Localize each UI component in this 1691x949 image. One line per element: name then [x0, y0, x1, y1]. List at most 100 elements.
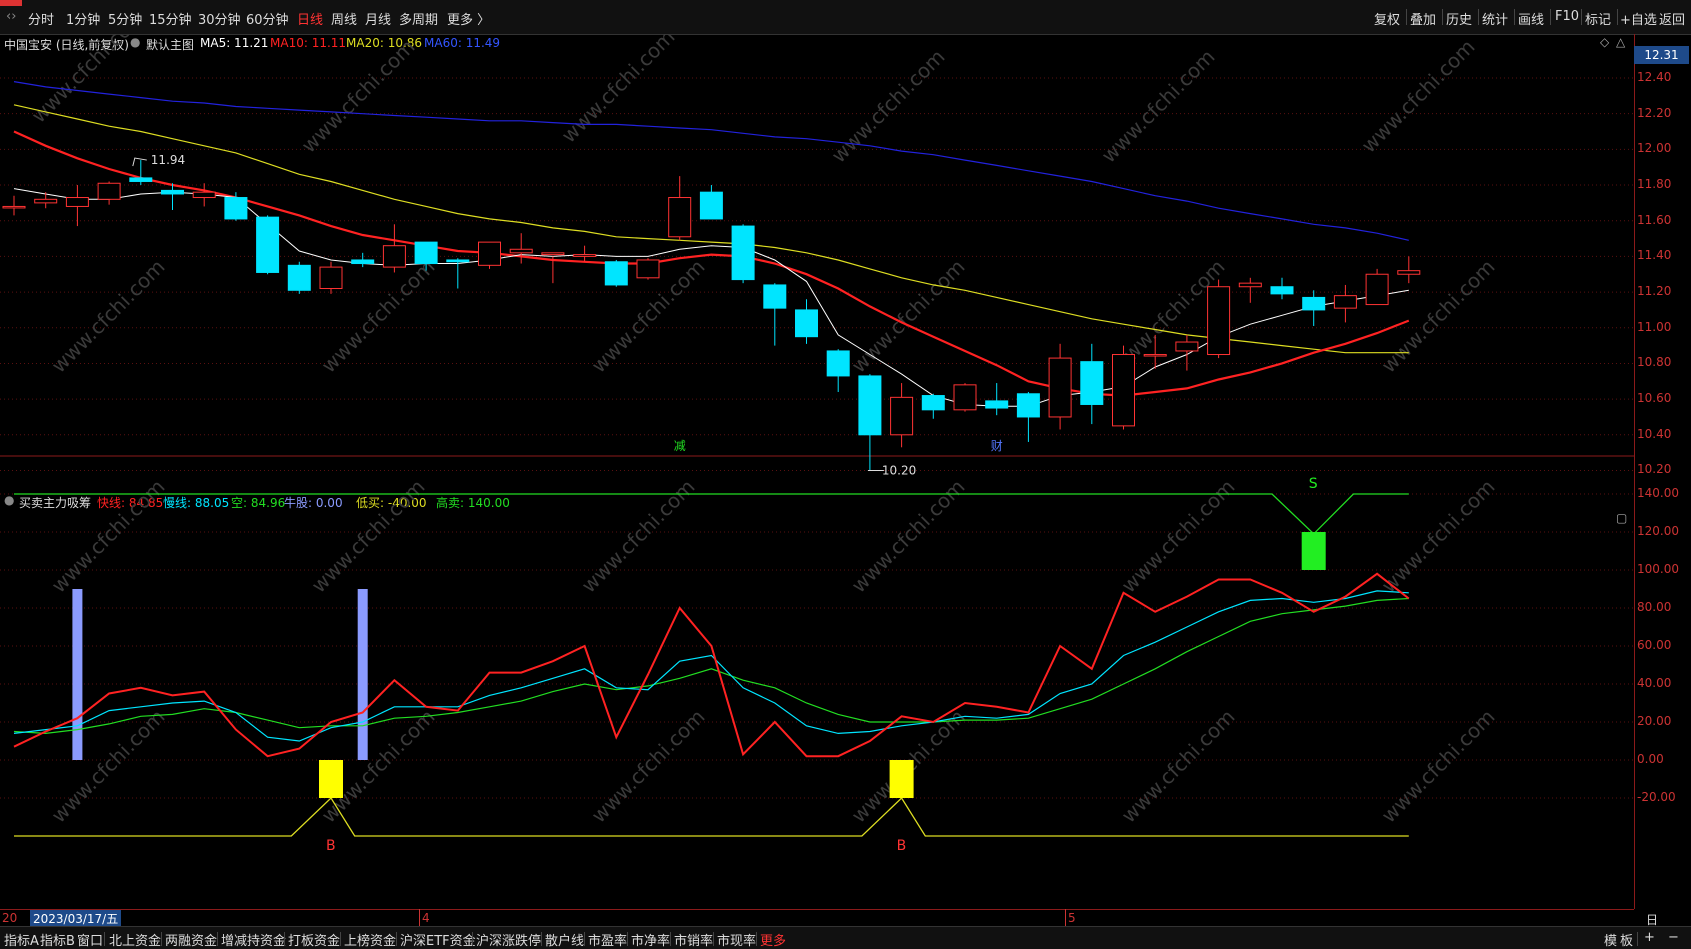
- indicator-tick-label: -20.00: [1637, 790, 1676, 804]
- period-tab-15min[interactable]: 15分钟: [149, 9, 192, 28]
- draw-line-button[interactable]: 画线: [1518, 9, 1544, 28]
- candle-down: [256, 216, 280, 273]
- template-button[interactable]: 模: [1604, 930, 1617, 949]
- price-tick-label: 11.00: [1637, 319, 1672, 334]
- sell-signal-bar: [1301, 532, 1326, 570]
- return-button[interactable]: 返回: [1659, 9, 1685, 28]
- period-tab-1min[interactable]: 1分钟: [66, 9, 100, 28]
- grid-lines: [0, 77, 1634, 799]
- zoom-out-button[interactable]: −: [1668, 930, 1679, 945]
- indicator-tick-label: 80.00: [1637, 600, 1672, 614]
- toolbar-divider: [1478, 9, 1479, 25]
- candle-up: [1365, 273, 1389, 306]
- watermark-text: www.cfchi.com: [1377, 255, 1500, 378]
- board-button[interactable]: 板: [1620, 930, 1633, 949]
- tab-divider: [713, 932, 714, 946]
- period-tab-multi[interactable]: 多周期: [399, 9, 438, 28]
- month-tick: [1065, 909, 1066, 926]
- low-price-label: 10.20: [882, 463, 916, 477]
- statistics-button[interactable]: 统计: [1482, 9, 1508, 28]
- period-tab-30min[interactable]: 30分钟: [198, 9, 241, 28]
- price-tick-label: 11.80: [1637, 177, 1672, 192]
- tab-retail-line[interactable]: 散户线: [545, 930, 584, 949]
- toolbar-divider: [1442, 9, 1443, 25]
- tab-holding-change-funds[interactable]: 增减持资金: [221, 930, 286, 949]
- candle-up: [890, 396, 914, 436]
- period-tab-daily[interactable]: 日线: [297, 9, 323, 28]
- tab-indicator-b[interactable]: 指标B: [40, 930, 75, 949]
- watermark-text: www.cfchi.com: [577, 475, 700, 598]
- candle-up: [192, 191, 216, 199]
- period-tab-5min[interactable]: 5分钟: [108, 9, 142, 28]
- buy-signal-label: B: [326, 838, 336, 854]
- watermark-text: www.cfchi.com: [557, 34, 680, 148]
- candle-up: [382, 245, 406, 268]
- candle-down: [1016, 393, 1040, 418]
- mark-button[interactable]: 标记: [1585, 9, 1611, 28]
- watermark-text: www.cfchi.com: [1117, 705, 1240, 828]
- tab-ps-ratio[interactable]: 市销率: [674, 930, 713, 949]
- zoom-in-button[interactable]: +: [1644, 930, 1655, 945]
- tab-pb-ratio[interactable]: 市净率: [631, 930, 670, 949]
- date-axis: 20 2023/03/17/五 4 5 日线: [0, 909, 1658, 944]
- niugu-bar: [72, 589, 83, 760]
- price-tick-label: 10.80: [1637, 355, 1672, 370]
- candle-down: [1270, 286, 1294, 295]
- tab-divider: [217, 932, 218, 946]
- price-tick-label: 10.60: [1637, 391, 1672, 406]
- moving-average-lines: [13, 81, 1410, 407]
- candle-up: [1048, 357, 1072, 418]
- cursor-date: 2023/03/17/五: [30, 910, 122, 927]
- period-tab-monthly[interactable]: 月线: [365, 9, 391, 28]
- add-watchlist-button[interactable]: +自选: [1620, 9, 1657, 28]
- overlay-button[interactable]: 叠加: [1410, 9, 1436, 28]
- tab-indicator-a[interactable]: 指标A: [4, 930, 39, 949]
- tab-pcf-ratio[interactable]: 市现率: [717, 930, 756, 949]
- tab-limit-up-down[interactable]: 沪深涨跌停: [476, 930, 541, 949]
- tab-more[interactable]: 更多: [760, 930, 786, 949]
- date-prefix: 20: [2, 911, 18, 925]
- tab-northbound-funds[interactable]: 北上资金: [109, 930, 161, 949]
- price-tick-label: 12.20: [1637, 105, 1672, 120]
- chart-area[interactable]: www.cfchi.com www.cfchi.com www.cfchi.com w…: [0, 34, 1634, 909]
- candlestick-series: [2, 160, 1421, 471]
- tab-divider: [284, 932, 285, 946]
- tab-pe-ratio[interactable]: 市盈率: [588, 930, 627, 949]
- watermark-text: www.cfchi.com: [1377, 705, 1500, 828]
- candle-up: [478, 241, 501, 266]
- candle-down: [351, 259, 375, 265]
- candle-down: [763, 284, 787, 309]
- candle-down: [1080, 361, 1104, 405]
- toolbar-divider: [1581, 9, 1582, 25]
- indicator-tick-label: 20.00: [1637, 714, 1672, 728]
- slow-line: [13, 590, 1409, 742]
- candle-up: [1397, 270, 1421, 275]
- period-tab-60min[interactable]: 60分钟: [246, 9, 289, 28]
- f10-button[interactable]: F10: [1555, 9, 1579, 24]
- period-tab-fenshi[interactable]: 分时: [28, 9, 54, 28]
- price-tick-label: 10.20: [1637, 462, 1672, 477]
- candle-up: [97, 182, 121, 200]
- candle-down: [731, 225, 755, 281]
- tab-window[interactable]: 窗口: [77, 930, 103, 949]
- tab-etf-funds[interactable]: 沪深ETF资金: [400, 930, 476, 949]
- tab-limit-board-funds[interactable]: 打板资金: [288, 930, 340, 949]
- window-indicator: [0, 0, 22, 6]
- watermark-text: www.cfchi.com: [1377, 475, 1500, 598]
- period-tab-weekly[interactable]: 周线: [331, 9, 357, 28]
- price-tick-label: 12.40: [1637, 70, 1672, 84]
- ma20-line: [13, 104, 1409, 354]
- candle-down: [414, 241, 438, 265]
- period-tab-more[interactable]: 更多 〉: [447, 9, 490, 28]
- candle-up: [509, 248, 533, 254]
- back-icon[interactable]: ‹›: [6, 9, 16, 24]
- current-price-badge: 12.31: [1634, 46, 1689, 64]
- tab-margin-funds[interactable]: 两融资金: [165, 930, 217, 949]
- history-button[interactable]: 历史: [1446, 9, 1472, 28]
- candle-down: [161, 189, 184, 195]
- fuquan-button[interactable]: 复权: [1374, 9, 1400, 28]
- candle-up: [2, 205, 26, 209]
- tab-billboard-funds[interactable]: 上榜资金: [344, 930, 396, 949]
- candle-up: [1112, 354, 1135, 427]
- candle-down: [985, 400, 1009, 409]
